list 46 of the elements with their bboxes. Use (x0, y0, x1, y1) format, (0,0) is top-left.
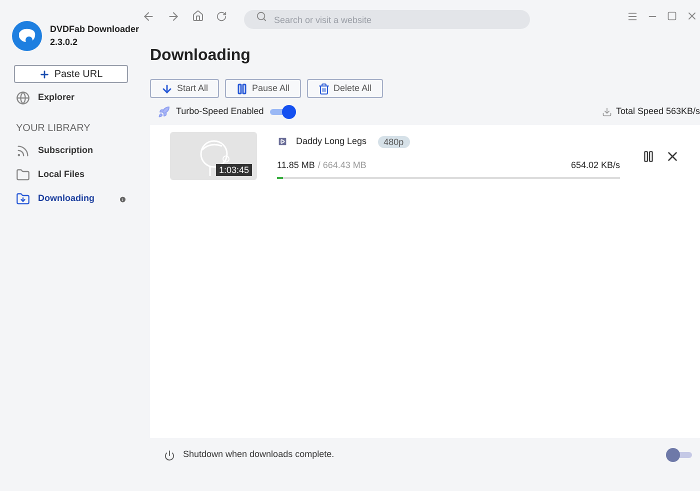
power-icon (164, 450, 175, 460)
section-title: YOUR LIBRARY (15, 122, 92, 136)
video-title: Daddy Long Legs (296, 135, 367, 148)
action-button[interactable]: Pause All (225, 79, 301, 98)
paste-url-button[interactable]: Paste URL (14, 65, 128, 83)
video-icon (277, 136, 288, 148)
folder-icon (16, 168, 30, 182)
menu-icon[interactable] (627, 10, 638, 22)
forward-icon[interactable] (167, 10, 180, 22)
turbo-toggle[interactable] (270, 105, 296, 119)
rocket-icon (158, 106, 170, 118)
download-speed: 654.02 KB/s (570, 158, 620, 172)
turbo-label: Turbo-Speed Enabled (176, 105, 264, 118)
sidebar-item[interactable]: Explorer (0, 86, 142, 110)
search-field[interactable]: Search or visit a website (244, 10, 530, 29)
arrow-down-icon (161, 82, 173, 94)
app-name: DVDFab Downloader (50, 23, 140, 36)
app-version: 2.3.0.2 (50, 36, 79, 49)
download-icon (602, 107, 612, 117)
sidebar-item[interactable]: Local Files (0, 163, 142, 187)
trash-icon (318, 82, 330, 94)
downloaded-size: 11.85 MB (277, 158, 315, 172)
shutdown-toggle[interactable] (666, 448, 692, 462)
page-title: Downloading (150, 46, 252, 66)
duration-label: 1:03:45 (216, 164, 252, 176)
action-button[interactable]: Start All (150, 79, 220, 98)
sidebar-item[interactable]: Downloading (0, 187, 142, 211)
maximize-icon[interactable] (667, 11, 677, 21)
back-icon[interactable] (142, 10, 155, 22)
shutdown-label: Shutdown when downloads complete. (183, 448, 334, 462)
pause-icon (236, 82, 248, 94)
download-icon (16, 192, 30, 206)
total-size: / 664.43 MB (318, 158, 366, 172)
total-speed: Total Speed 563KB/s (616, 105, 700, 118)
quality-badge: 480p (378, 136, 410, 148)
home-icon[interactable] (192, 10, 204, 22)
app-logo-icon (12, 21, 42, 51)
globe-icon (16, 91, 30, 105)
search-icon (256, 10, 267, 22)
action-button[interactable]: Delete All (306, 79, 383, 98)
plus-icon (39, 68, 50, 80)
reload-icon[interactable] (216, 10, 227, 22)
pause-icon[interactable] (642, 150, 655, 163)
rss-icon (16, 144, 30, 158)
close-icon[interactable] (686, 10, 698, 22)
sidebar-item[interactable]: Subscription (0, 139, 142, 163)
